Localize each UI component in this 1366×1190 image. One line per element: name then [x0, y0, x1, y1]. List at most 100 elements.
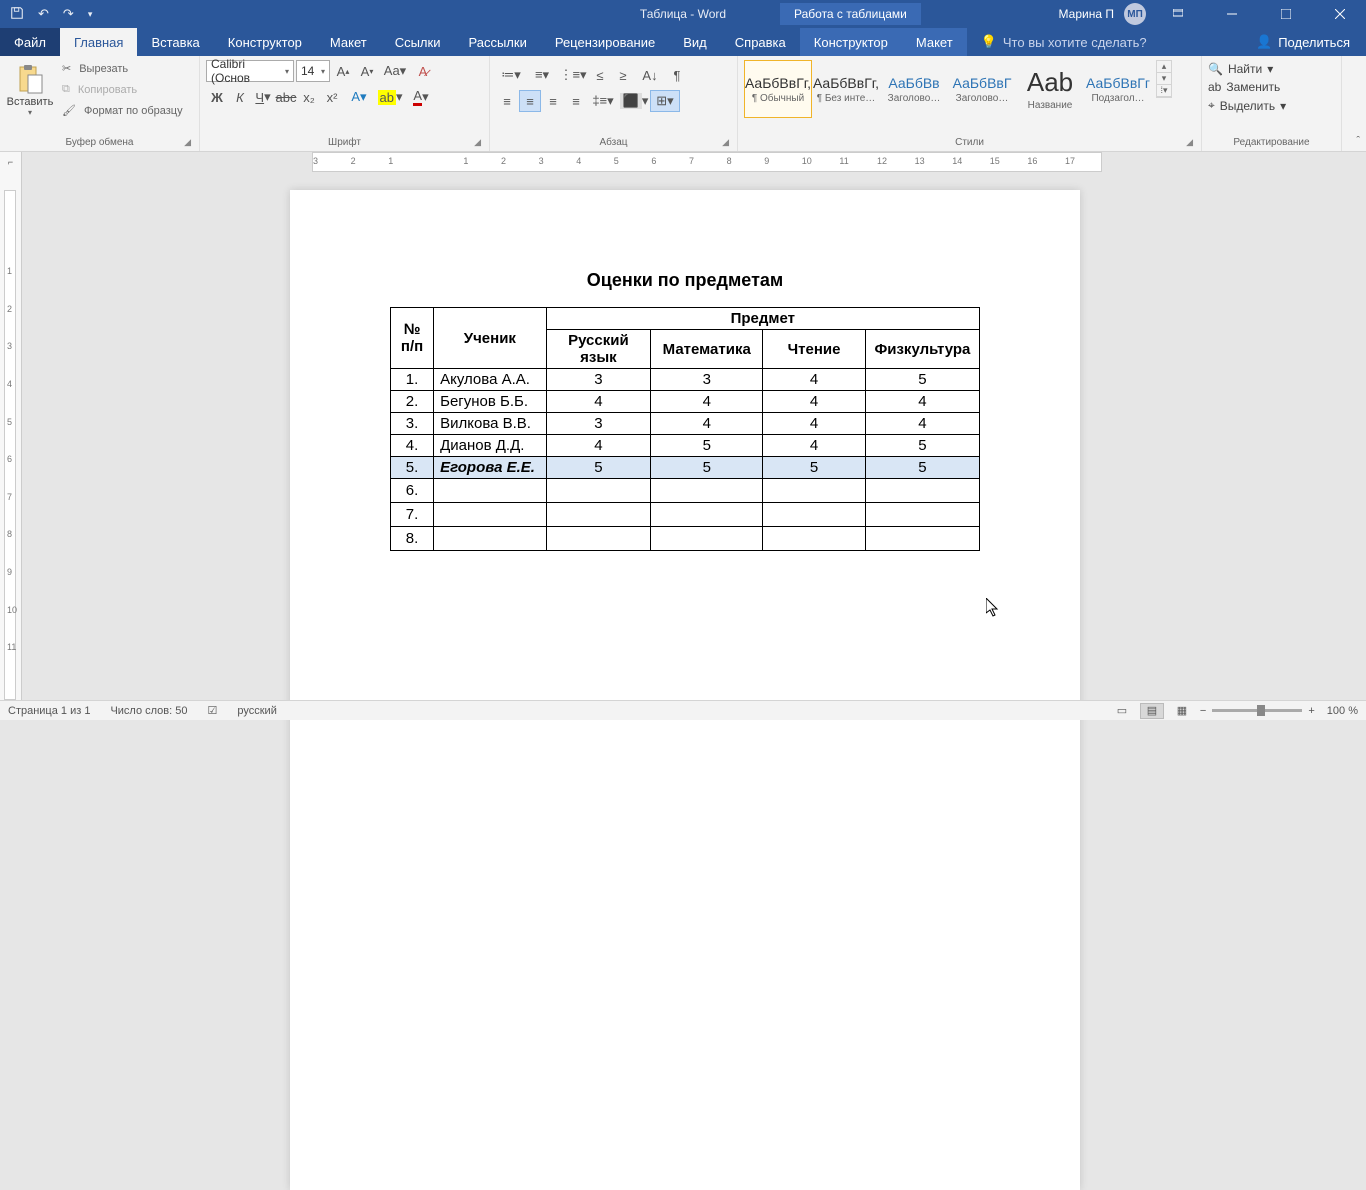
page[interactable]: Оценки по предметам № п/п Ученик Предмет… [290, 190, 1080, 1190]
replace-button[interactable]: abЗаменить [1208, 80, 1335, 94]
tellme-search[interactable]: 💡 Что вы хотите сделать? [981, 28, 1147, 56]
gallery-up-icon[interactable]: ▴ [1157, 61, 1171, 73]
clear-format-button[interactable]: A̷ [412, 60, 434, 82]
maximize-icon[interactable] [1264, 0, 1308, 28]
undo-icon[interactable]: ↶ [38, 6, 49, 22]
share-button[interactable]: 👤 Поделиться [1240, 28, 1366, 56]
font-color-button[interactable]: A▾ [406, 86, 436, 108]
zoom-level[interactable]: 100 % [1327, 705, 1358, 717]
qat-more-icon[interactable]: ▾ [88, 9, 93, 20]
view-read-button[interactable]: ▭ [1110, 703, 1134, 719]
shading-button[interactable]: ⬛▾ [619, 90, 649, 112]
change-case-button[interactable]: Aa▾ [380, 60, 410, 82]
cut-button[interactable]: ✂Вырезать [58, 60, 187, 77]
tab-design[interactable]: Конструктор [214, 28, 316, 56]
tab-table-layout[interactable]: Макет [902, 28, 967, 56]
styles-gallery[interactable]: АаБбВвГг,¶ ОбычныйАаБбВвГг,¶ Без инте…Аа… [744, 60, 1152, 118]
decrease-indent-button[interactable]: ≤ [589, 64, 611, 86]
styles-launcher-icon[interactable]: ◢ [1186, 137, 1193, 148]
bold-button[interactable]: Ж [206, 86, 228, 108]
ruler-corner[interactable]: ⌐ [0, 152, 22, 172]
align-center-button[interactable]: ≡ [519, 90, 541, 112]
gallery-more-icon[interactable]: ⁞▾ [1157, 85, 1171, 97]
font-size-combo[interactable]: 14▾ [296, 60, 330, 82]
tab-layout[interactable]: Макет [316, 28, 381, 56]
gallery-down-icon[interactable]: ▾ [1157, 73, 1171, 85]
table-row[interactable]: 7. [391, 503, 980, 527]
save-icon[interactable] [10, 6, 24, 23]
sort-button[interactable]: A↓ [635, 64, 665, 86]
multilevel-button[interactable]: ⋮≡▾ [558, 64, 588, 86]
replace-icon: ab [1208, 80, 1221, 94]
numbering-button[interactable]: ≡▾ [527, 64, 557, 86]
zoom-in-button[interactable]: + [1308, 705, 1314, 717]
find-button[interactable]: 🔍Найти ▾ [1208, 62, 1335, 76]
shrink-font-button[interactable]: A▾ [356, 60, 378, 82]
borders-button[interactable]: ⊞▾ [650, 90, 680, 112]
tab-insert[interactable]: Вставка [137, 28, 213, 56]
copy-button[interactable]: ⧉Копировать [58, 81, 187, 98]
text-effects-button[interactable]: A▾ [344, 86, 374, 108]
table-row[interactable]: 6. [391, 479, 980, 503]
tab-mailings[interactable]: Рассылки [454, 28, 540, 56]
tab-view[interactable]: Вид [669, 28, 721, 56]
strike-button[interactable]: abc [275, 86, 297, 108]
align-left-button[interactable]: ≡ [496, 90, 518, 112]
status-language[interactable]: русский [237, 705, 276, 717]
view-print-button[interactable]: ▤ [1140, 703, 1164, 719]
align-right-button[interactable]: ≡ [542, 90, 564, 112]
line-spacing-button[interactable]: ‡≡▾ [588, 90, 618, 112]
highlight-button[interactable]: ab▾ [375, 86, 405, 108]
paste-button[interactable]: Вставить ▾ [6, 60, 54, 117]
para-launcher-icon[interactable]: ◢ [722, 137, 729, 148]
status-words[interactable]: Число слов: 50 [110, 705, 187, 717]
tab-home[interactable]: Главная [60, 28, 137, 56]
style-item[interactable]: АаБбВвЗаголово… [880, 60, 948, 118]
select-button[interactable]: ⌖Выделить ▾ [1208, 98, 1335, 113]
font-name-combo[interactable]: Calibri (Основ▾ [206, 60, 294, 82]
share-icon: 👤 [1256, 34, 1272, 50]
table-row[interactable]: 2.Бегунов Б.Б.4444 [391, 391, 980, 413]
justify-button[interactable]: ≡ [565, 90, 587, 112]
redo-icon[interactable]: ↷ [63, 6, 74, 22]
table-row[interactable]: 5.Егорова Е.Е.5555 [391, 457, 980, 479]
tab-help[interactable]: Справка [721, 28, 800, 56]
bullets-button[interactable]: ≔▾ [496, 64, 526, 86]
user-avatar[interactable]: МП [1124, 3, 1146, 25]
status-proofing-icon[interactable]: ☑ [208, 704, 218, 717]
table-row[interactable]: 4.Дианов Д.Д.4545 [391, 435, 980, 457]
status-page[interactable]: Страница 1 из 1 [8, 705, 90, 717]
grow-font-button[interactable]: A▴ [332, 60, 354, 82]
vertical-ruler[interactable]: 1234567891011 [0, 172, 22, 700]
close-icon[interactable] [1318, 0, 1362, 28]
style-item[interactable]: AabНазвание [1016, 60, 1084, 118]
subscript-button[interactable]: x₂ [298, 86, 320, 108]
increase-indent-button[interactable]: ≥ [612, 64, 634, 86]
style-item[interactable]: АаБбВвГЗаголово… [948, 60, 1016, 118]
superscript-button[interactable]: x² [321, 86, 343, 108]
table-row[interactable]: 8. [391, 527, 980, 551]
view-web-button[interactable]: ▦ [1170, 703, 1194, 719]
zoom-out-button[interactable]: − [1200, 705, 1206, 717]
ribbon-display-icon[interactable] [1156, 0, 1200, 28]
grades-table[interactable]: № п/п Ученик Предмет Русский язык Матема… [390, 307, 980, 551]
zoom-slider[interactable] [1212, 709, 1302, 712]
italic-button[interactable]: К [229, 86, 251, 108]
minimize-icon[interactable] [1210, 0, 1254, 28]
underline-button[interactable]: Ч▾ [252, 86, 274, 108]
style-item[interactable]: АаБбВвГг,¶ Без инте… [812, 60, 880, 118]
show-marks-button[interactable]: ¶ [666, 64, 688, 86]
tab-file[interactable]: Файл [0, 28, 60, 56]
clipboard-launcher-icon[interactable]: ◢ [184, 137, 191, 148]
tab-references[interactable]: Ссылки [381, 28, 455, 56]
horizontal-ruler[interactable]: 3211234567891011121314151617 [22, 152, 1366, 172]
style-item[interactable]: АаБбВвГг,¶ Обычный [744, 60, 812, 118]
tab-table-design[interactable]: Конструктор [800, 28, 902, 56]
style-item[interactable]: АаБбВвГгПодзагол… [1084, 60, 1152, 118]
table-row[interactable]: 3.Вилкова В.В.3444 [391, 413, 980, 435]
collapse-ribbon-icon[interactable]: ˆ [1356, 135, 1360, 147]
font-launcher-icon[interactable]: ◢ [474, 137, 481, 148]
format-painter-button[interactable]: 🖌Формат по образцу [58, 102, 187, 119]
tab-review[interactable]: Рецензирование [541, 28, 669, 56]
table-row[interactable]: 1.Акулова А.А.3345 [391, 369, 980, 391]
